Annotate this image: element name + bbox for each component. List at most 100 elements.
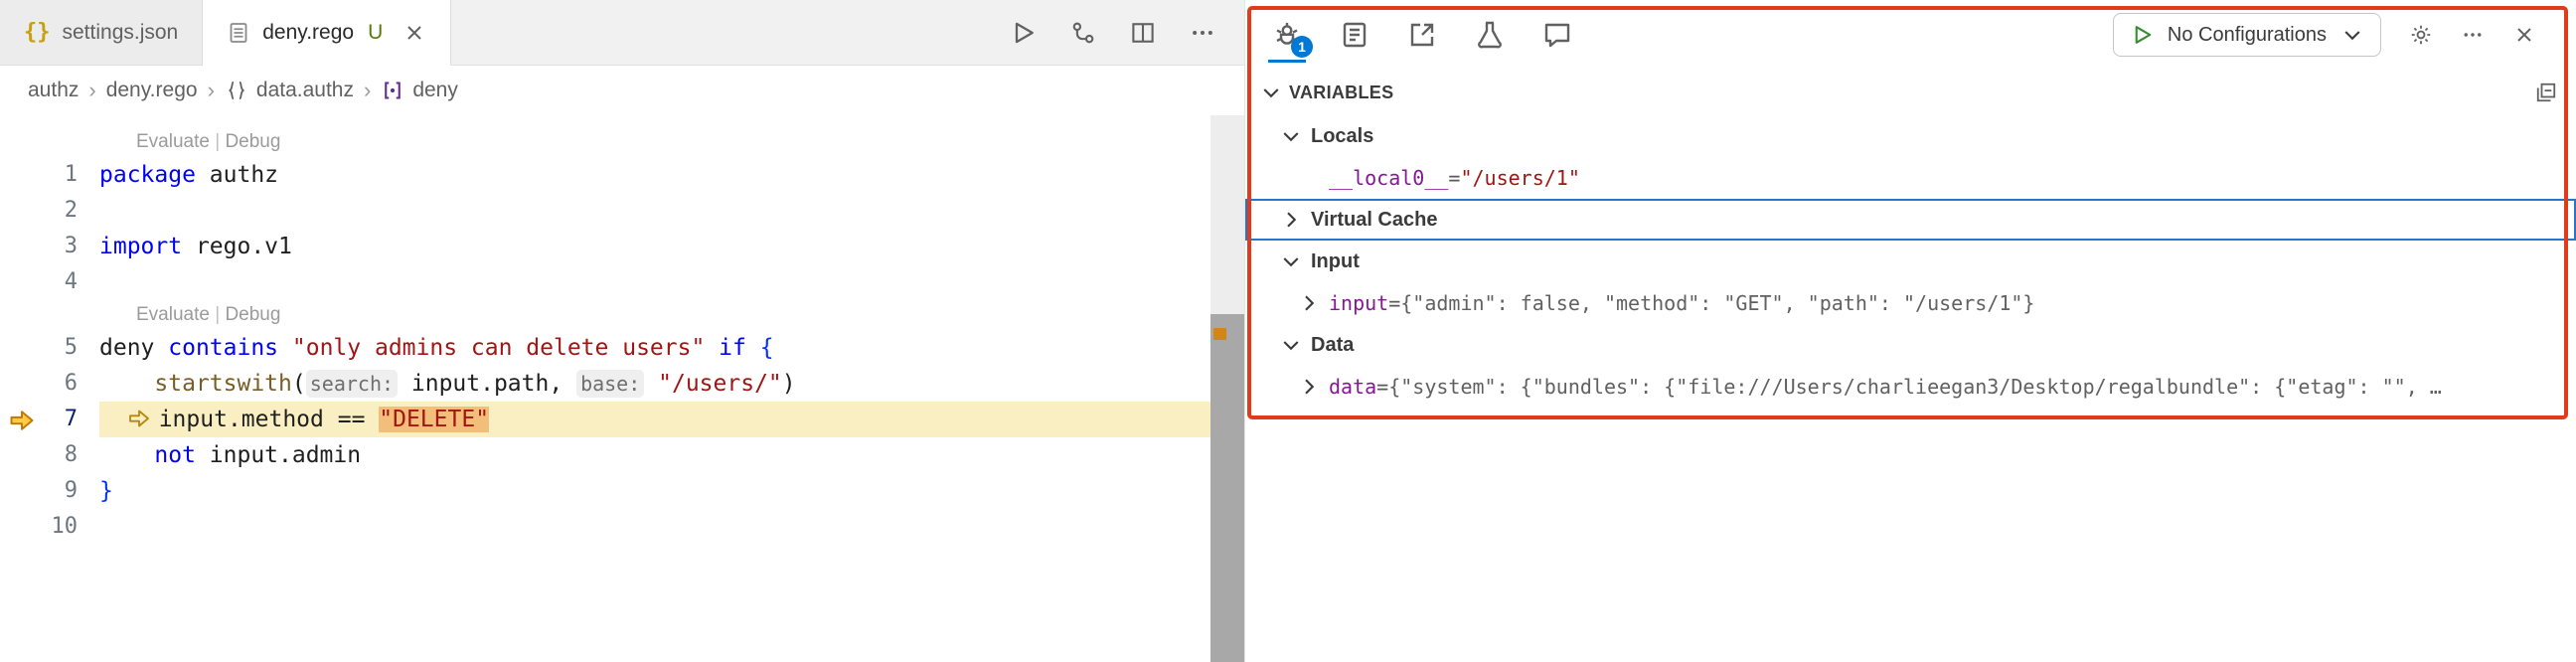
gear-icon[interactable] [2409, 23, 2433, 47]
debug-inline-arrow-icon [127, 406, 151, 429]
run-or-debug-icon[interactable] [1010, 19, 1038, 47]
codelens-evaluate[interactable]: Evaluate [136, 131, 210, 152]
code-line-3[interactable]: 3import rego.v1 [0, 229, 1210, 264]
code-editor[interactable]: Evaluate | Debug1package authz23import r… [0, 115, 1210, 662]
line-content [99, 509, 1210, 545]
codelens-separator: | [210, 131, 226, 152]
breadcrumb-item-deny[interactable]: deny [381, 79, 458, 102]
scope-locals[interactable]: Locals [1245, 115, 2576, 157]
codelens-debug[interactable]: Debug [225, 131, 280, 152]
open-changes-icon[interactable] [1069, 19, 1097, 47]
start-debug-icon[interactable] [2130, 23, 2154, 47]
code-token [99, 407, 127, 432]
debug-toolbar-actions [2409, 23, 2536, 47]
chevron-down-icon[interactable] [1279, 124, 1303, 148]
code-token: input.method [159, 407, 338, 432]
tab-settings-json[interactable]: {} settings.json [0, 0, 203, 65]
editor-scrollbar[interactable] [1210, 115, 1244, 662]
debug-config-dropdown[interactable]: No Configurations [2113, 13, 2381, 57]
code-token: package [99, 162, 196, 188]
comment-icon[interactable] [1541, 19, 1573, 51]
code-token [99, 442, 154, 468]
close-tab-icon[interactable] [402, 21, 426, 45]
config-label: No Configurations [2168, 24, 2327, 47]
code-line-10[interactable]: 10 [0, 509, 1210, 545]
code-line-9[interactable]: 9} [0, 473, 1210, 509]
gutter[interactable]: 3 [0, 229, 99, 264]
scope-data[interactable]: Data [1245, 324, 2576, 366]
split-editor-icon[interactable] [1129, 19, 1157, 47]
gutter[interactable]: 1 [0, 157, 99, 193]
file-icon [227, 21, 250, 45]
chevron-right-icon[interactable] [1297, 375, 1321, 399]
code-line-1[interactable]: 1package authz [0, 157, 1210, 193]
gutter[interactable]: 9 [0, 473, 99, 509]
more-icon[interactable] [2461, 23, 2485, 47]
code-line-2[interactable]: 2 [0, 193, 1210, 229]
gutter[interactable]: 7 [0, 402, 99, 437]
code-line-4[interactable]: 4 [0, 264, 1210, 300]
code-line-6[interactable]: 6 startswith(search: input.path, base: "… [0, 366, 1210, 402]
variables-section-header[interactable]: VARIABLES [1245, 70, 2576, 115]
tab-deny-rego[interactable]: deny.rego U [203, 0, 451, 66]
json-braces-icon: {} [24, 20, 51, 45]
code-token: { [760, 335, 774, 361]
chevron-down-icon[interactable] [1279, 333, 1303, 357]
codelens: Evaluate | Debug [0, 300, 1210, 330]
code-line-8[interactable]: 8 not input.admin [0, 437, 1210, 473]
line-content: package authz [99, 157, 1210, 193]
symbol-bracket-icon [381, 79, 404, 102]
beaker-icon[interactable] [1474, 19, 1506, 51]
export-icon[interactable] [1406, 19, 1438, 51]
more-icon[interactable] [1189, 19, 1216, 47]
scope-input[interactable]: Input [1245, 241, 2576, 282]
equals-sign: = [1448, 166, 1460, 190]
code-token: } [99, 478, 113, 504]
code-token: ) [782, 371, 796, 397]
collapse-all-icon[interactable] [2534, 81, 2558, 104]
code-token: ( [292, 371, 306, 397]
codelens-debug[interactable]: Debug [225, 304, 280, 325]
variable-name: input [1329, 291, 1388, 315]
breadcrumb-label: deny [412, 79, 458, 102]
debug-view-icons: 1 [1271, 19, 1573, 51]
debug-alt-icon[interactable]: 1 [1271, 19, 1303, 51]
codelens: Evaluate | Debug [0, 127, 1210, 157]
chevron-down-icon[interactable] [1279, 249, 1303, 273]
close-icon[interactable] [2512, 23, 2536, 47]
gutter[interactable]: 8 [0, 437, 99, 473]
breadcrumb-item-data.authz[interactable]: data.authz [225, 79, 354, 102]
gutter[interactable]: 6 [0, 366, 99, 402]
line-number: 3 [0, 229, 99, 264]
code-token: base: [576, 370, 644, 398]
chevron-right-icon[interactable] [1297, 291, 1321, 315]
chevron-right-icon[interactable] [1279, 208, 1303, 232]
breadcrumb-item-authz[interactable]: authz [28, 79, 79, 102]
gutter[interactable]: 4 [0, 264, 99, 300]
list-icon[interactable] [1339, 19, 1370, 51]
variable-__local0__[interactable]: __local0__ = "/users/1" [1245, 157, 2576, 199]
line-number: 5 [0, 330, 99, 366]
line-content [99, 264, 1210, 300]
scope-virtual-cache[interactable]: Virtual Cache [1245, 199, 2576, 241]
gutter[interactable]: 5 [0, 330, 99, 366]
code-token: if [719, 335, 746, 361]
variables-tree: Locals__local0__ = "/users/1"Virtual Cac… [1245, 115, 2576, 408]
variable-input[interactable]: input = {"admin": false, "method": "GET"… [1245, 282, 2576, 324]
variable-data[interactable]: data = {"system": {"bundles": {"file:///… [1245, 366, 2576, 408]
equals-sign: = [1388, 291, 1400, 315]
gutter[interactable]: 2 [0, 193, 99, 229]
scrollbar-thumb[interactable] [1210, 314, 1244, 662]
code-token: not [154, 442, 196, 468]
debug-panel: 1 No Configurations VARIABLES Locals__lo… [1244, 0, 2576, 662]
variable-value: {"system": {"bundles": {"file:///Users/c… [1388, 375, 2442, 399]
code-token: import [99, 234, 182, 259]
code-token [278, 335, 292, 361]
code-line-7[interactable]: 7 input.method == "DELETE" [0, 402, 1210, 437]
line-number: 10 [0, 509, 99, 545]
code-token: deny [99, 335, 168, 361]
gutter[interactable]: 10 [0, 509, 99, 545]
codelens-evaluate[interactable]: Evaluate [136, 304, 210, 325]
code-line-5[interactable]: 5deny contains "only admins can delete u… [0, 330, 1210, 366]
breadcrumb-item-deny.rego[interactable]: deny.rego [106, 79, 198, 102]
